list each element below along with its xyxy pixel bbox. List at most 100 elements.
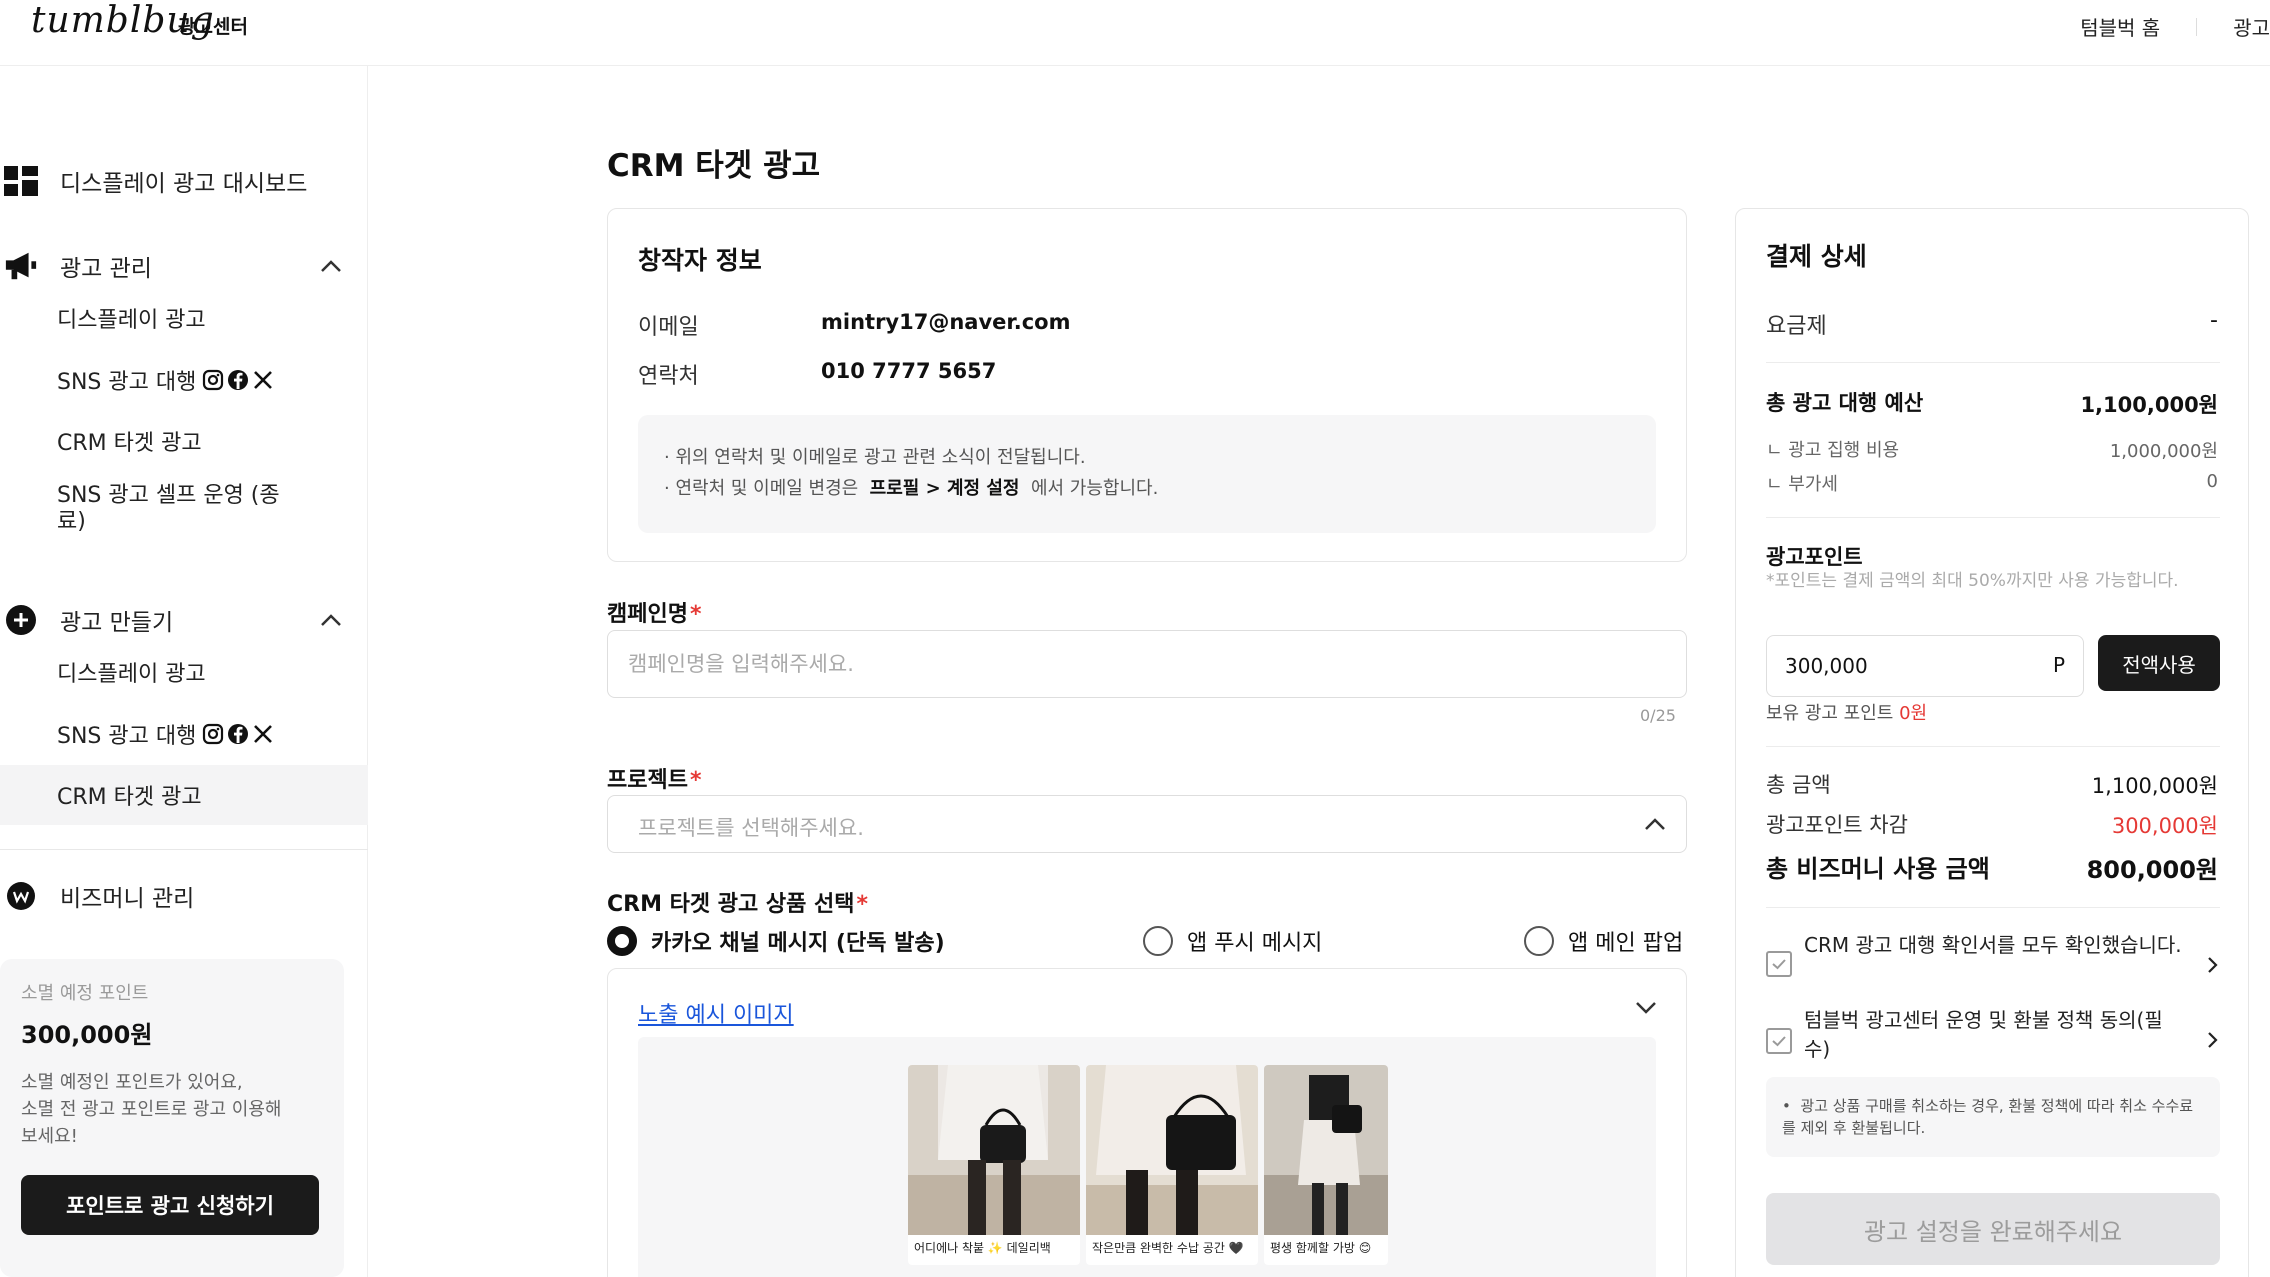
exec-cost-value: 1,000,000원	[2109, 441, 2218, 462]
ad-points-input-value: 300,000	[1785, 654, 1868, 678]
radio-checked[interactable]	[607, 926, 637, 956]
thumb-caption: 어디에나 착붙 ✨ 데일리백	[914, 1241, 1051, 1255]
sidebar-group-create-label: 광고 만들기	[60, 610, 174, 636]
label-text: CRM 타겟 광고 상품 선택	[607, 892, 855, 917]
sidebar: 디스플레이 광고 대시보드 광고 관리 디스플레이 광고 SNS 광고 대행 C…	[0, 66, 368, 1277]
refund-note-text: • 광고 상품 구매를 취소하는 경우, 환불 정책에 따라 취소 수수료를 제…	[1782, 1097, 2194, 1137]
refund-note-line: 광고 상품 구매를 취소하는 경우, 환불 정책에 따라 취소 수수료를 제외 …	[1782, 1097, 2194, 1137]
sidebar-group-create[interactable]: 광고 만들기	[0, 600, 368, 640]
refund-policy-text: 텀블벅 광고센터 운영 및 환불 정책 동의(필수)	[1804, 1008, 2163, 1061]
expiring-points-desc: 소멸 예정인 포인트가 있어요, 소멸 전 광고 포인트로 광고 이용해 보세요…	[21, 1069, 321, 1150]
bag-photo-image	[1086, 1065, 1258, 1235]
facebook-icon	[228, 370, 249, 390]
sidebar-divider	[0, 849, 368, 850]
chevron-right-icon[interactable]	[2202, 1030, 2222, 1050]
nav-ad[interactable]: 광고	[2233, 12, 2270, 41]
sidebar-item-manage-sns-self[interactable]: SNS 광고 셀프 운영 (종료)	[0, 474, 368, 544]
chevron-down-icon[interactable]	[1632, 993, 1660, 1021]
chevron-up-icon[interactable]	[318, 608, 344, 634]
phone-value: 010 7777 5657	[821, 359, 997, 383]
final-bizmoney-label: 총 비즈머니 사용 금액	[1766, 855, 1990, 883]
sidebar-item-manage-display[interactable]: 디스플레이 광고	[0, 288, 368, 348]
project-label: 프로젝트*	[607, 762, 701, 794]
thumb-caption: 평생 함께할 가방 😊	[1270, 1241, 1372, 1255]
notice-text: 에서 가능합니다.	[1030, 478, 1159, 499]
checkbox[interactable]	[1766, 1028, 1792, 1054]
complete-settings-button[interactable]: 광고 설정을 완료해주세요	[1766, 1193, 2220, 1265]
budget-label: 총 광고 대행 예산	[1766, 391, 1924, 415]
final-bizmoney-value: 800,000원	[2086, 856, 2218, 884]
desc-line: 소멸 전 광고 포인트로 광고 이용해	[21, 1099, 282, 1120]
vat-label: ㄴ 부가세	[1766, 474, 1838, 495]
notice-line-2: · 연락처 및 이메일 변경은 프로필 > 계정 설정 에서 가능합니다.	[664, 478, 1159, 499]
email-value: mintry17@naver.com	[821, 310, 1071, 334]
check-icon	[1772, 1036, 1786, 1047]
product-option-kakao[interactable]: 카카오 채널 메시지 (단독 발송)	[607, 924, 945, 958]
sidebar-item-label: CRM 타겟 광고	[57, 431, 202, 456]
divider	[1766, 746, 2220, 747]
checkbox[interactable]	[1766, 951, 1792, 977]
sidebar-item-create-crm[interactable]: CRM 타겟 광고	[0, 765, 368, 825]
apply-with-points-button[interactable]: 포인트로 광고 신청하기	[21, 1175, 319, 1235]
campaign-name-label: 캠페인명*	[607, 596, 701, 628]
divider	[1766, 517, 2220, 518]
total-amount-label: 총 금액	[1766, 773, 1831, 797]
sidebar-dashboard-label: 디스플레이 광고 대시보드	[60, 171, 308, 197]
radio-unchecked[interactable]	[1143, 926, 1173, 956]
sidebar-bizmoney[interactable]: 비즈머니 관리	[0, 876, 368, 916]
facebook-icon	[228, 724, 249, 744]
owned-points-label: 보유 광고 포인트	[1766, 703, 1894, 724]
nav-tumblbug-home[interactable]: 텀블벅 홈	[2080, 12, 2160, 41]
plan-label: 요금제	[1766, 314, 1827, 339]
radio-unchecked[interactable]	[1524, 926, 1554, 956]
notice-text: 연락처 및 이메일 변경은	[675, 478, 859, 499]
chevron-up-icon[interactable]	[318, 254, 344, 280]
product-option-app-push[interactable]: 앱 푸시 메시지	[1143, 924, 1322, 958]
expiring-points-label: 소멸 예정 포인트	[21, 983, 149, 1004]
sidebar-item-label: SNS 광고 대행	[57, 724, 197, 749]
payment-title: 결제 상세	[1766, 242, 1867, 271]
social-icons	[202, 723, 274, 745]
dashboard-icon	[4, 164, 38, 198]
use-all-points-button[interactable]: 전액사용	[2098, 635, 2220, 691]
project-select-placeholder: 프로젝트를 선택해주세요.	[638, 816, 864, 840]
sidebar-item-manage-sns[interactable]: SNS 광고 대행	[0, 350, 368, 410]
notice-text: 위의 연락처 및 이메일로 광고 관련 소식이 전달됩니다.	[675, 447, 1086, 468]
owned-points-value: 0원	[1899, 703, 1928, 724]
instagram-icon	[203, 369, 224, 391]
exec-cost-label: ㄴ 광고 집행 비용	[1766, 440, 1900, 461]
refund-note: • 광고 상품 구매를 취소하는 경우, 환불 정책에 따라 취소 수수료를 제…	[1766, 1077, 2220, 1157]
bizmoney-icon	[4, 879, 38, 913]
expiring-points-amount: 300,000원	[21, 1021, 153, 1049]
points-deduct-label: 광고포인트 차감	[1766, 813, 1908, 837]
product-option-app-popup[interactable]: 앱 메인 팝업	[1524, 924, 1683, 958]
x-icon	[254, 371, 273, 389]
instagram-icon	[203, 723, 224, 745]
sidebar-item-manage-crm[interactable]: CRM 타겟 광고	[0, 411, 368, 471]
sidebar-item-create-sns[interactable]: SNS 광고 대행	[0, 704, 368, 764]
ad-points-hint: *포인트는 결제 금액의 최대 50%까지만 사용 가능합니다.	[1766, 571, 2179, 591]
preview-thumb: 평생 함께할 가방 😊	[1264, 1065, 1388, 1265]
project-select[interactable]: 프로젝트를 선택해주세요.	[607, 795, 1687, 853]
thumb-caption: 작은만큼 완벽한 수납 공간 🖤	[1092, 1241, 1244, 1255]
vat-value: 0	[2206, 471, 2218, 492]
radio-label: 앱 푸시 메시지	[1187, 931, 1323, 956]
sidebar-dashboard[interactable]: 디스플레이 광고 대시보드	[0, 161, 368, 201]
ad-points-input[interactable]: 300,000 P	[1766, 635, 2084, 697]
chevron-right-icon[interactable]	[2202, 955, 2222, 975]
product-select-label: CRM 타겟 광고 상품 선택*	[607, 886, 868, 918]
preview-image-link[interactable]: 노출 예시 이미지	[638, 997, 794, 1029]
desc-line: 소멸 예정인 포인트가 있어요,	[21, 1072, 243, 1093]
plus-circle-icon	[4, 603, 38, 637]
points-deduct-value: 300,000원	[2111, 814, 2218, 838]
sidebar-item-create-display[interactable]: 디스플레이 광고	[0, 642, 368, 702]
confirm-crm-checkbox-row[interactable]: CRM 광고 대행 확인서를 모두 확인했습니다.	[1766, 931, 2220, 995]
sidebar-group-manage[interactable]: 광고 관리	[0, 246, 368, 286]
x-icon	[254, 725, 273, 743]
radio-label: 카카오 채널 메시지 (단독 발송)	[651, 931, 945, 956]
radio-label: 앱 메인 팝업	[1568, 931, 1684, 956]
campaign-name-input[interactable]	[607, 630, 1687, 698]
creator-info-card: 창작자 정보 이메일 mintry17@naver.com 연락처 010 77…	[607, 208, 1687, 562]
refund-policy-checkbox-row[interactable]: 텀블벅 광고센터 운영 및 환불 정책 동의(필수)	[1766, 1006, 2220, 1070]
top-nav: 텀블벅 홈 광고	[2080, 12, 2270, 41]
